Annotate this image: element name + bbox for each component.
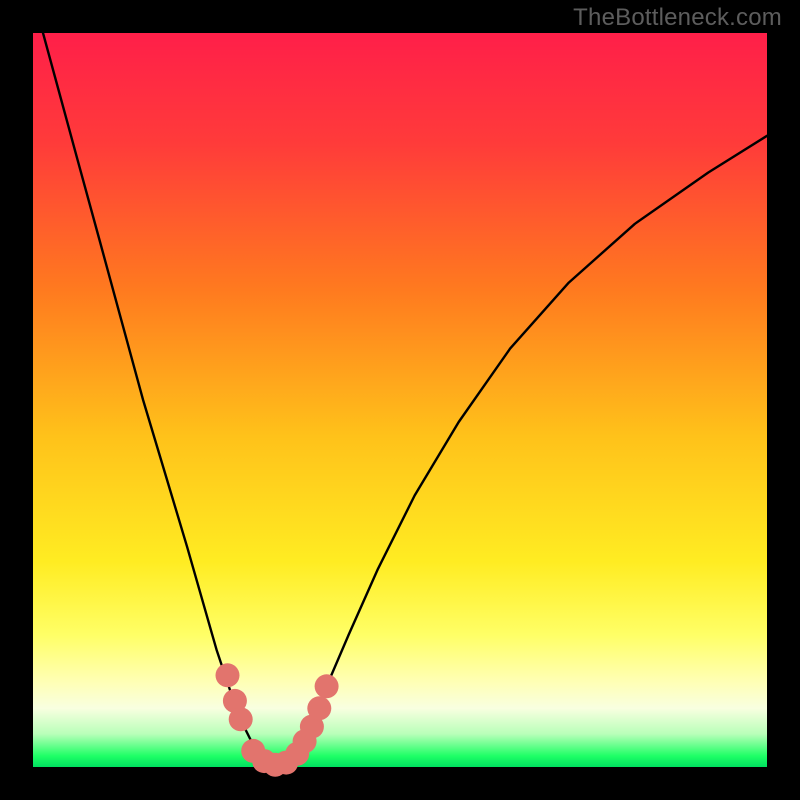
watermark-text: TheBottleneck.com	[573, 4, 782, 32]
highlight-dot	[315, 674, 339, 698]
highlight-dot	[307, 696, 331, 720]
bottleneck-chart	[0, 0, 800, 800]
highlight-dot	[216, 663, 240, 687]
outer-frame: TheBottleneck.com	[0, 0, 800, 800]
highlight-dot	[229, 707, 253, 731]
